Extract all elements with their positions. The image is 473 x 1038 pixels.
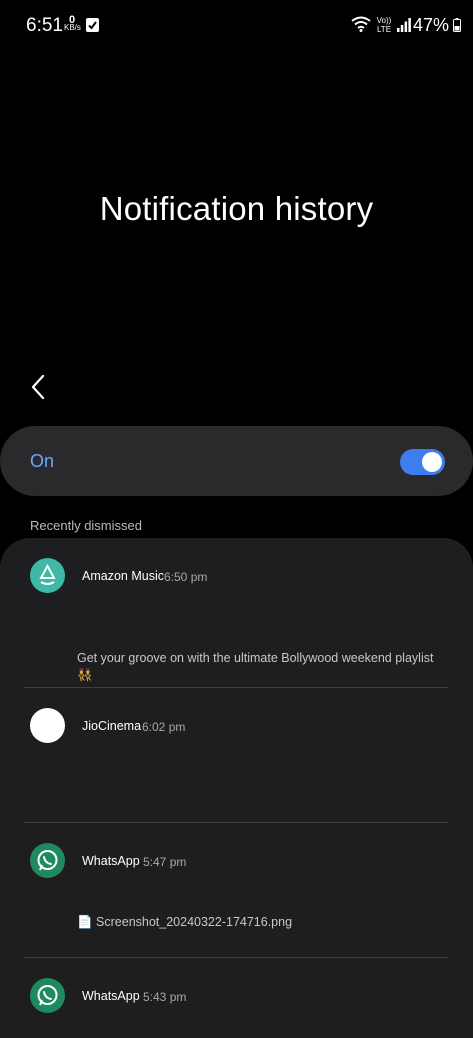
status-time: 6:51 [26,15,63,36]
battery-icon [453,18,461,37]
notification-app-name: WhatsApp [82,854,140,868]
notification-time: 5:43 pm [143,990,187,1004]
notification-app-name: Amazon Music [82,569,164,583]
divider [24,687,448,688]
chevron-left-icon [31,374,45,400]
divider [24,957,448,958]
notification-app-name: JioCinema [82,719,142,733]
signal-strength-icon [397,18,411,37]
switch-knob [422,452,442,472]
notification-text: Get your groove on with the ultimate Bol… [77,651,434,682]
toggle-label: On [30,451,55,471]
notification-time: 6:02 pm [142,720,186,734]
notification-history-toggle-row[interactable]: On [0,426,473,496]
notification-list: Amazon Music 6:50 pm Get your groove on … [0,538,473,1038]
network-speed-indicator: 0 KB/s [64,15,81,32]
section-header-recently-dismissed: Recently dismissed [30,518,142,533]
notification-text: 📄 Screenshot_20240322-174716.png [77,915,293,929]
volte-lte-icon: Vo)) LTE [376,16,392,34]
amazon-music-icon [30,558,65,593]
network-speed-unit: KB/s [64,23,81,32]
divider [24,822,448,823]
notification-time: 5:47 pm [143,855,187,869]
whatsapp-icon [30,978,65,1013]
status-bar: 6:51 0 KB/s Vo)) LTE 47% [0,0,473,52]
notification-history-switch[interactable] [400,449,445,475]
jiocinema-icon [30,708,65,743]
battery-percentage: 47% [413,15,450,35]
whatsapp-icon [30,843,65,878]
notification-time: 6:50 pm [164,570,208,584]
page-title: Notification history [99,190,374,227]
checkbox-notification-icon [86,18,99,32]
back-button[interactable] [24,370,54,404]
wifi-icon [351,16,371,37]
notification-app-name: WhatsApp [82,989,140,1003]
